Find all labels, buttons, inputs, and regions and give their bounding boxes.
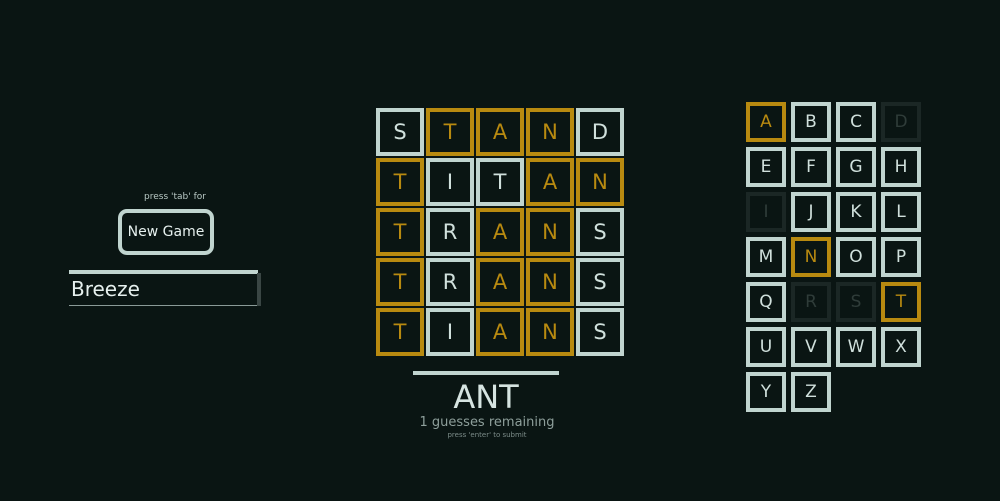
board-tile: T <box>376 208 424 256</box>
board-tile: T <box>376 158 424 206</box>
key-k[interactable]: K <box>836 192 876 232</box>
board-tile: A <box>476 258 524 306</box>
key-z[interactable]: Z <box>791 372 831 412</box>
board-tile: N <box>526 258 574 306</box>
board-tile: T <box>426 108 474 156</box>
name-field-wrapper <box>69 270 261 306</box>
board-tile: R <box>426 258 474 306</box>
key-q[interactable]: Q <box>746 282 786 322</box>
board-tile: I <box>426 158 474 206</box>
name-input[interactable] <box>69 276 251 302</box>
board-tile: A <box>476 308 524 356</box>
key-j[interactable]: J <box>791 192 831 232</box>
name-input-scrollbar[interactable] <box>257 273 261 306</box>
key-p[interactable]: P <box>881 237 921 277</box>
board-tile: T <box>376 308 424 356</box>
board-tile: N <box>576 158 624 206</box>
board-tile: S <box>376 108 424 156</box>
board-tile: N <box>526 208 574 256</box>
board-tile: N <box>526 308 574 356</box>
key-e[interactable]: E <box>746 147 786 187</box>
key-f[interactable]: F <box>791 147 831 187</box>
key-n[interactable]: N <box>791 237 831 277</box>
key-m[interactable]: M <box>746 237 786 277</box>
board-tile: S <box>576 208 624 256</box>
board-tile: A <box>476 208 524 256</box>
key-d[interactable]: D <box>881 102 921 142</box>
board-tile: N <box>526 108 574 156</box>
board-tile: T <box>476 158 524 206</box>
key-g[interactable]: G <box>836 147 876 187</box>
key-c[interactable]: C <box>836 102 876 142</box>
guess-underline <box>413 371 559 375</box>
key-u[interactable]: U <box>746 327 786 367</box>
board-tile: S <box>576 258 624 306</box>
key-x[interactable]: X <box>881 327 921 367</box>
key-t[interactable]: T <box>881 282 921 322</box>
board-tile: T <box>376 258 424 306</box>
board-tile: D <box>576 108 624 156</box>
guesses-remaining: 1 guesses remaining <box>419 415 555 430</box>
current-guess: ANT <box>453 378 519 416</box>
key-y[interactable]: Y <box>746 372 786 412</box>
key-s[interactable]: S <box>836 282 876 322</box>
board-tile: S <box>576 308 624 356</box>
submit-hint: press 'enter' to submit <box>447 431 527 439</box>
board-tile: A <box>476 108 524 156</box>
key-i[interactable]: I <box>746 192 786 232</box>
key-a[interactable]: A <box>746 102 786 142</box>
key-v[interactable]: V <box>791 327 831 367</box>
key-o[interactable]: O <box>836 237 876 277</box>
key-w[interactable]: W <box>836 327 876 367</box>
board-tile: I <box>426 308 474 356</box>
board-tile: A <box>526 158 574 206</box>
new-game-button[interactable]: New Game <box>118 209 214 255</box>
key-r[interactable]: R <box>791 282 831 322</box>
key-h[interactable]: H <box>881 147 921 187</box>
tab-hint: press 'tab' for <box>144 192 206 202</box>
key-b[interactable]: B <box>791 102 831 142</box>
board-tile: R <box>426 208 474 256</box>
key-l[interactable]: L <box>881 192 921 232</box>
